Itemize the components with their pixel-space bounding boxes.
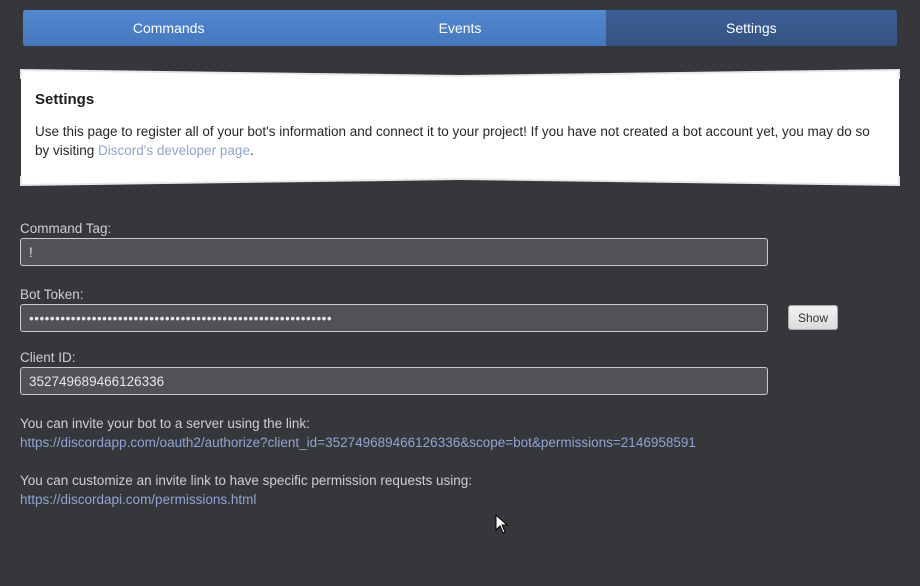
permissions-link[interactable]: https://discordapi.com/permissions.html — [20, 492, 256, 507]
client-id-label: Client ID: — [20, 350, 76, 365]
invite-text: You can invite your bot to a server usin… — [20, 416, 310, 431]
info-card-text-after: . — [249, 143, 254, 158]
info-card-title: Settings — [35, 91, 95, 108]
card-bottom-edge — [20, 176, 900, 186]
command-tag-input[interactable] — [20, 238, 768, 266]
mouse-cursor-icon — [495, 514, 509, 534]
info-card: Settings Use this page to register all o… — [20, 69, 900, 186]
tab-bar: Commands Events Settings — [23, 10, 897, 46]
permissions-text: You can customize an invite link to have… — [20, 473, 472, 488]
tab-commands[interactable]: Commands — [23, 10, 315, 46]
developer-page-link[interactable]: Discord's developer page — [98, 143, 250, 158]
tab-events[interactable]: Events — [314, 10, 606, 46]
invite-link[interactable]: https://discordapp.com/oauth2/authorize?… — [20, 435, 696, 450]
bot-token-label: Bot Token: — [20, 287, 84, 302]
tab-settings[interactable]: Settings — [605, 10, 897, 46]
show-token-button[interactable]: Show — [788, 305, 838, 330]
info-card-text: Use this page to register all of your bo… — [35, 122, 885, 160]
bot-token-input[interactable] — [20, 304, 768, 332]
client-id-input[interactable] — [20, 367, 768, 395]
info-card-body: Settings Use this page to register all o… — [21, 77, 899, 177]
command-tag-label: Command Tag: — [20, 221, 112, 236]
